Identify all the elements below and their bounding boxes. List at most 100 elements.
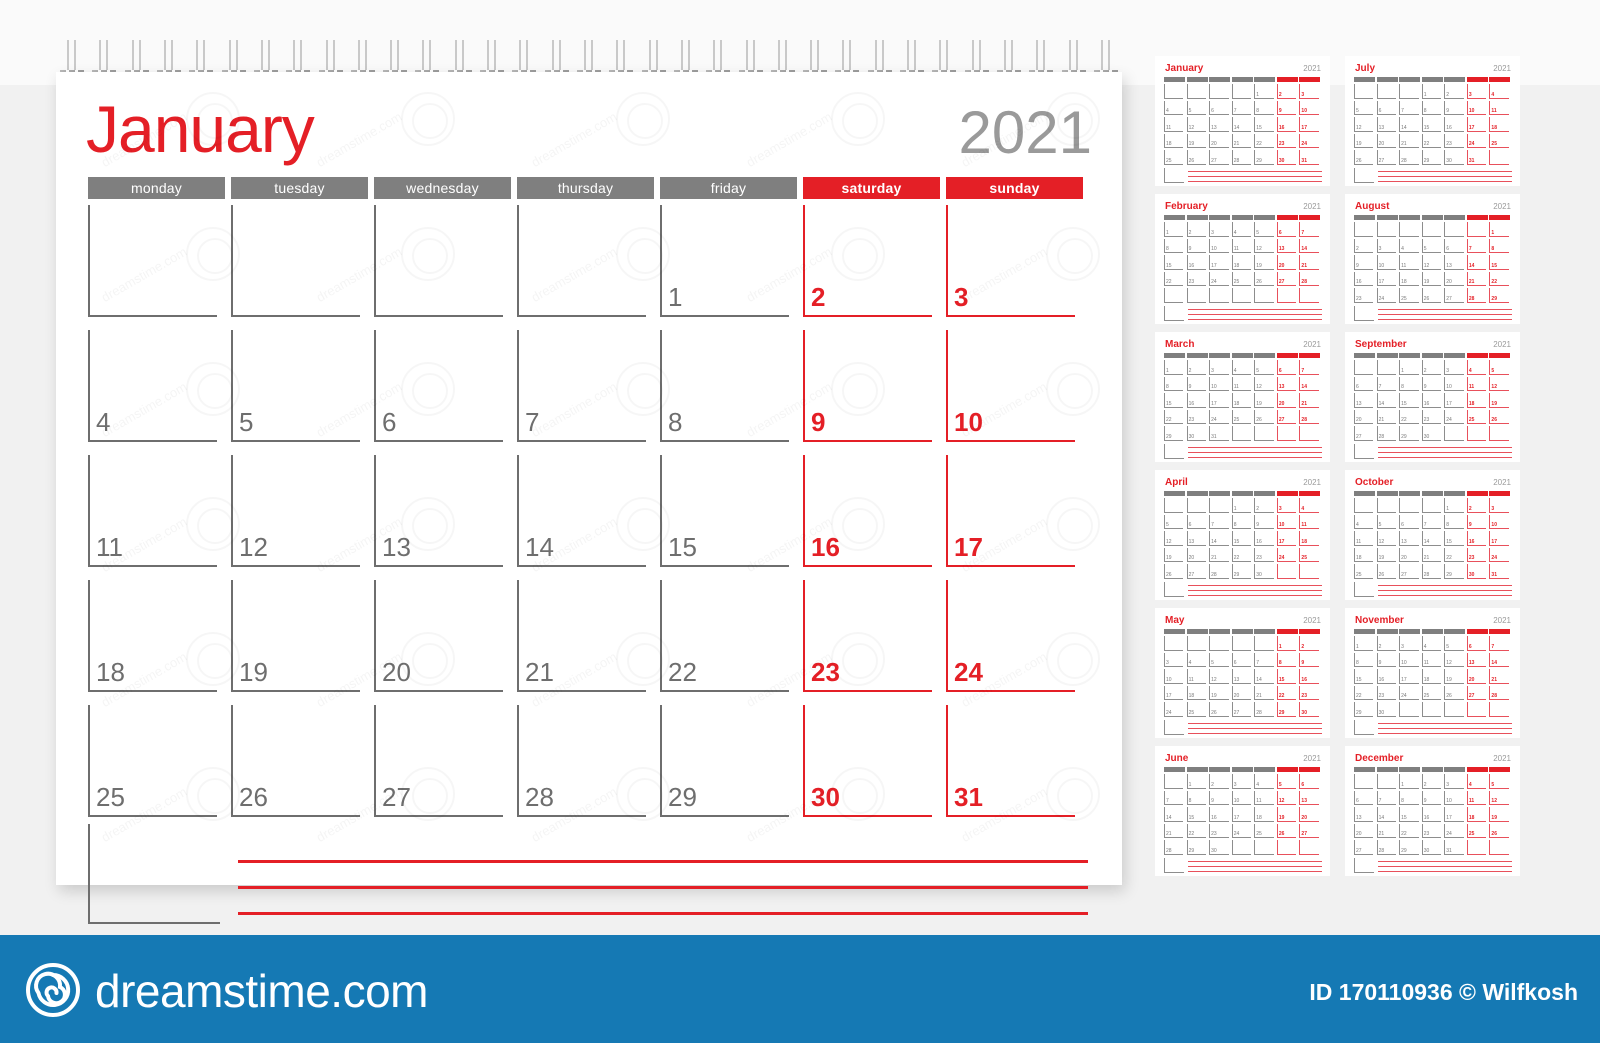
mini-day-cell[interactable]: 3 [1444, 360, 1465, 375]
mini-day-cell[interactable]: 27 [1376, 150, 1398, 165]
mini-day-cell[interactable]: 3 [1399, 636, 1420, 651]
mini-day-cell[interactable]: 17 [1376, 271, 1398, 287]
mini-day-cell[interactable]: 19 [1444, 669, 1465, 684]
day-cell[interactable]: 20 [374, 580, 511, 692]
mini-day-cell[interactable]: 11 [1466, 790, 1488, 806]
mini-day-cell[interactable] [1444, 702, 1465, 717]
mini-day-cell[interactable]: 11 [1186, 669, 1208, 684]
mini-day-cell[interactable]: 15 [1164, 255, 1185, 270]
mini-note-line[interactable] [1378, 171, 1512, 172]
mini-day-cell[interactable]: 27 [1444, 288, 1465, 303]
mini-day-cell[interactable] [1254, 840, 1275, 855]
mini-day-cell[interactable] [1444, 426, 1465, 441]
mini-day-cell[interactable]: 19 [1164, 547, 1185, 563]
mini-day-cell[interactable]: 29 [1354, 702, 1375, 717]
mini-day-cell[interactable]: 29 [1231, 564, 1253, 579]
mini-day-cell[interactable]: 9 [1254, 514, 1275, 530]
mini-day-cell[interactable]: 4 [1299, 498, 1320, 513]
mini-day-cell[interactable]: 19 [1489, 807, 1510, 822]
mini-day-cell[interactable]: 4 [1466, 774, 1488, 789]
mini-day-cell[interactable]: 16 [1444, 117, 1465, 132]
mini-day-cell[interactable]: 14 [1299, 238, 1320, 254]
mini-day-cell[interactable]: 23 [1421, 409, 1443, 425]
mini-day-cell[interactable]: 5 [1186, 100, 1208, 116]
mini-day-cell[interactable]: 13 [1354, 393, 1375, 408]
mini-day-cell[interactable]: 5 [1276, 774, 1298, 789]
mini-day-cell[interactable]: 11 [1254, 790, 1275, 806]
mini-day-cell[interactable]: 22 [1399, 823, 1420, 839]
mini-day-cell[interactable]: 13 [1466, 652, 1488, 668]
mini-note-line[interactable] [1378, 319, 1512, 320]
mini-day-cell[interactable] [1354, 774, 1375, 789]
mini-day-cell[interactable]: 12 [1489, 376, 1510, 392]
mini-day-cell[interactable] [1254, 426, 1275, 441]
mini-day-cell[interactable] [1186, 636, 1208, 651]
mini-day-cell[interactable]: 13 [1354, 807, 1375, 822]
mini-day-cell[interactable]: 21 [1466, 271, 1488, 287]
mini-note-line[interactable] [1188, 447, 1322, 448]
mini-day-cell[interactable]: 29 [1421, 150, 1443, 165]
mini-day-cell[interactable]: 9 [1466, 514, 1488, 530]
mini-day-cell[interactable]: 18 [1299, 531, 1320, 546]
mini-day-cell[interactable] [1299, 288, 1320, 303]
mini-day-cell[interactable]: 30 [1254, 564, 1275, 579]
mini-day-cell[interactable]: 31 [1466, 150, 1488, 165]
mini-day-cell[interactable]: 15 [1489, 255, 1510, 270]
mini-day-cell[interactable]: 24 [1209, 271, 1230, 287]
mini-day-cell[interactable]: 12 [1254, 376, 1275, 392]
mini-day-cell[interactable]: 1 [1399, 360, 1420, 375]
mini-day-cell[interactable]: 10 [1376, 255, 1398, 270]
mini-day-cell[interactable]: 4 [1186, 652, 1208, 668]
mini-day-cell[interactable]: 28 [1299, 409, 1320, 425]
mini-day-cell[interactable]: 23 [1276, 133, 1298, 149]
mini-day-cell[interactable]: 7 [1164, 790, 1185, 806]
mini-day-cell[interactable]: 20 [1354, 823, 1375, 839]
mini-day-cell[interactable]: 2 [1421, 360, 1443, 375]
mini-day-cell[interactable]: 17 [1276, 531, 1298, 546]
mini-day-cell[interactable]: 31 [1489, 564, 1510, 579]
mini-day-cell[interactable]: 22 [1276, 685, 1298, 701]
mini-day-cell[interactable]: 26 [1354, 150, 1375, 165]
mini-day-cell[interactable]: 8 [1231, 514, 1253, 530]
mini-day-cell[interactable]: 10 [1444, 790, 1465, 806]
mini-day-cell[interactable]: 13 [1186, 531, 1208, 546]
mini-day-cell[interactable]: 28 [1254, 702, 1275, 717]
mini-day-cell[interactable]: 26 [1209, 702, 1230, 717]
mini-day-cell[interactable] [1299, 426, 1320, 441]
mini-day-cell[interactable] [1254, 636, 1275, 651]
mini-day-cell[interactable]: 27 [1209, 150, 1230, 165]
mini-day-cell[interactable]: 1 [1444, 498, 1465, 513]
mini-day-cell[interactable]: 28 [1299, 271, 1320, 287]
mini-day-cell[interactable] [1186, 288, 1208, 303]
mini-day-cell[interactable]: 12 [1276, 790, 1298, 806]
mini-day-cell[interactable]: 1 [1399, 774, 1420, 789]
day-cell[interactable]: 9 [803, 330, 940, 442]
mini-day-cell[interactable]: 1 [1354, 636, 1375, 651]
mini-day-cell[interactable]: 27 [1299, 823, 1320, 839]
mini-day-cell[interactable]: 20 [1376, 133, 1398, 149]
mini-day-cell[interactable]: 23 [1254, 547, 1275, 563]
mini-day-cell[interactable]: 8 [1399, 790, 1420, 806]
mini-day-cell[interactable] [1276, 840, 1298, 855]
mini-note-line[interactable] [1188, 452, 1322, 453]
mini-day-cell[interactable]: 3 [1489, 498, 1510, 513]
day-cell[interactable] [374, 205, 511, 317]
mini-day-cell[interactable]: 7 [1421, 514, 1443, 530]
mini-day-cell[interactable] [1466, 840, 1488, 855]
mini-day-cell[interactable]: 3 [1164, 652, 1185, 668]
mini-note-line[interactable] [1378, 309, 1512, 310]
mini-calendar-june[interactable]: June 2021 1 2 3 4 5 6 7 8 9 10 11 12 13 14 15 16 17 18 19 20 2… [1155, 746, 1330, 876]
mini-day-cell[interactable] [1186, 498, 1208, 513]
day-cell[interactable]: 25 [88, 705, 225, 817]
mini-day-cell[interactable]: 31 [1444, 840, 1465, 855]
mini-day-cell[interactable]: 12 [1489, 790, 1510, 806]
mini-day-cell[interactable]: 9 [1186, 376, 1208, 392]
mini-day-cell[interactable]: 15 [1354, 669, 1375, 684]
mini-day-cell[interactable]: 19 [1209, 685, 1230, 701]
mini-note-line[interactable] [1188, 309, 1322, 310]
mini-day-cell[interactable]: 18 [1399, 271, 1420, 287]
mini-day-cell[interactable]: 23 [1354, 288, 1375, 303]
day-cell[interactable]: 22 [660, 580, 797, 692]
mini-day-cell[interactable]: 11 [1399, 255, 1420, 270]
mini-day-cell[interactable]: 23 [1209, 823, 1230, 839]
